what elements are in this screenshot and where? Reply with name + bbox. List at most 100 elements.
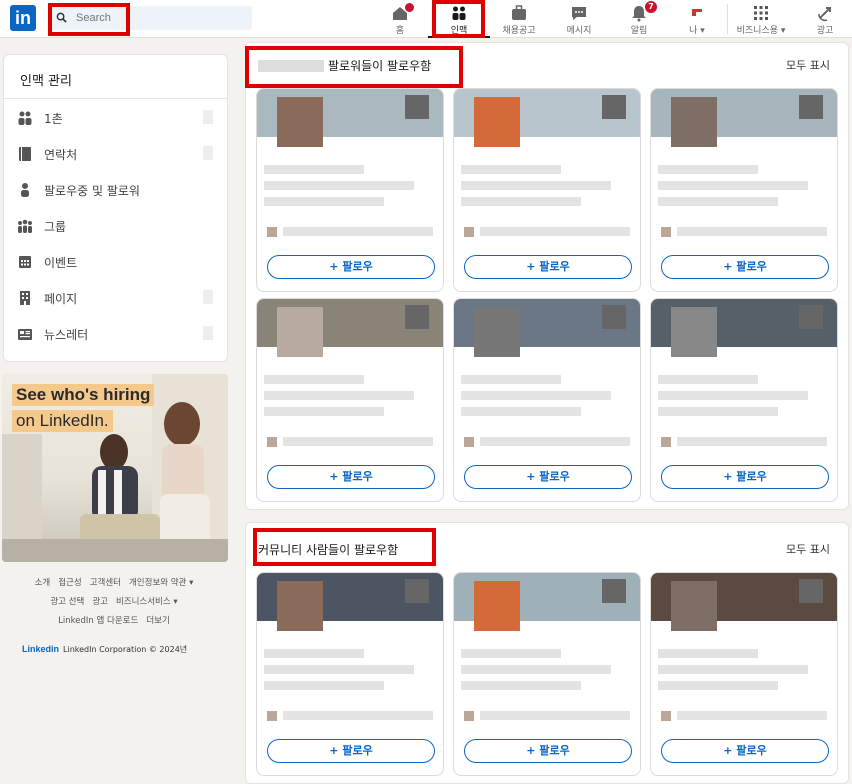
building-icon	[20, 291, 30, 305]
profile-photo-secondary	[602, 579, 626, 603]
sidebar-item-groups[interactable]: 그룹	[4, 211, 229, 241]
person-card[interactable]: + 팔로우	[256, 88, 444, 292]
profile-photo[interactable]	[671, 581, 717, 631]
show-all-link[interactable]: 모두 표시	[786, 541, 830, 557]
sidebar-item-contacts[interactable]: 연락처	[4, 139, 229, 169]
nav-home[interactable]: 홈	[369, 0, 431, 38]
blurred-text	[264, 197, 384, 206]
blurred-text	[461, 391, 611, 400]
profile-photo-secondary	[799, 579, 823, 603]
nav-messaging-label: 메시지	[566, 26, 592, 36]
footer-link[interactable]: 개인정보와 약관 ▾	[129, 578, 193, 588]
nav-jobs[interactable]: 채용공고	[488, 0, 550, 38]
profile-photo-secondary	[405, 579, 429, 603]
nav-home-label: 홈	[395, 26, 405, 36]
blurred-text	[461, 165, 561, 174]
nav-me[interactable]: 나 ▾	[666, 0, 728, 38]
mutual-avatar	[267, 711, 277, 721]
count-placeholder	[203, 290, 213, 304]
blurred-text	[264, 407, 384, 416]
sidebar-item-pages[interactable]: 페이지	[4, 283, 229, 313]
person-card[interactable]: + 팔로우	[256, 298, 444, 502]
blurred-text	[658, 197, 778, 206]
profile-photo[interactable]	[277, 97, 323, 147]
follow-button[interactable]: + 팔로우	[661, 739, 829, 763]
blurred-text	[461, 197, 581, 206]
footer-link[interactable]: 더보기	[146, 616, 169, 626]
sidebar-item-label: 그룹	[44, 220, 67, 234]
mutual-avatar	[464, 437, 474, 447]
footer-link[interactable]: 광고	[92, 597, 108, 607]
nav-advertise[interactable]: 광고	[794, 0, 852, 38]
count-placeholder	[203, 326, 213, 340]
mutual-avatar	[464, 227, 474, 237]
grid-apps-icon	[754, 6, 768, 20]
profile-photo[interactable]	[474, 307, 520, 357]
person-card[interactable]: + 팔로우	[650, 298, 838, 502]
follow-button[interactable]: + 팔로우	[464, 465, 632, 489]
footer-link[interactable]: 광고 선택	[50, 597, 84, 607]
profile-photo[interactable]	[671, 307, 717, 357]
mutual-avatar	[661, 437, 671, 447]
person-card[interactable]: + 팔로우	[256, 572, 444, 776]
nav-business[interactable]: 비즈니스용 ▾	[730, 0, 792, 38]
sidebar-item-following[interactable]: 팔로우중 및 팔로워	[4, 175, 229, 205]
footer-links-row2: 광고 선택 광고 비즈니스서비스 ▾	[0, 593, 228, 611]
blurred-text	[658, 681, 778, 690]
person-card[interactable]: + 팔로우	[650, 572, 838, 776]
section-title: 팔로워들이 팔로우함	[328, 59, 432, 73]
sidebar-item-label: 1촌	[44, 112, 63, 126]
blurred-text	[658, 165, 758, 174]
follow-button[interactable]: + 팔로우	[464, 739, 632, 763]
mutual-avatar	[267, 227, 277, 237]
follow-button[interactable]: + 팔로우	[267, 465, 435, 489]
sidebar-item-newsletters[interactable]: 뉴스레터	[4, 319, 229, 349]
mutual-avatar	[464, 711, 474, 721]
profile-photo[interactable]	[277, 581, 323, 631]
show-all-link[interactable]: 모두 표시	[786, 57, 830, 73]
blurred-text	[264, 649, 364, 658]
profile-photo[interactable]	[474, 97, 520, 147]
nav-notifications[interactable]: 7 알림	[608, 0, 670, 38]
profile-photo-secondary	[602, 95, 626, 119]
footer-link[interactable]: 비즈니스서비스 ▾	[116, 597, 178, 607]
count-placeholder	[203, 110, 213, 124]
blurred-text	[283, 437, 433, 446]
follow-button[interactable]: + 팔로우	[661, 465, 829, 489]
search-icon	[56, 12, 67, 23]
contact-book-icon	[19, 147, 31, 161]
my-network-icon	[452, 6, 466, 20]
follow-button[interactable]: + 팔로우	[267, 739, 435, 763]
footer-link[interactable]: 고객센터	[90, 578, 121, 588]
profile-photo[interactable]	[277, 307, 323, 357]
nav-divider	[727, 4, 728, 34]
linkedin-logo[interactable]: in	[10, 5, 36, 31]
nav-advertise-label: 광고	[816, 26, 834, 36]
follow-button[interactable]: + 팔로우	[464, 255, 632, 279]
profile-photo[interactable]	[474, 581, 520, 631]
nav-notifications-label: 알림	[630, 26, 648, 36]
blurred-text	[658, 407, 778, 416]
sidebar-item-connections[interactable]: 1촌	[4, 103, 229, 133]
footer-link[interactable]: LinkedIn 앱 다운로드	[58, 616, 138, 626]
nav-network[interactable]: 인맥	[428, 0, 490, 38]
nav-messaging[interactable]: 메시지	[548, 0, 610, 38]
follow-button[interactable]: + 팔로우	[267, 255, 435, 279]
nav-jobs-label: 채용공고	[502, 26, 536, 36]
person-card[interactable]: + 팔로우	[453, 88, 641, 292]
follow-button[interactable]: + 팔로우	[661, 255, 829, 279]
footer-link[interactable]: 접근성	[58, 578, 81, 588]
hiring-advertisement[interactable]: See who's hiring on LinkedIn.	[2, 374, 228, 562]
nav-network-label: 인맥	[450, 26, 468, 36]
count-placeholder	[203, 146, 213, 160]
search-input[interactable]	[76, 9, 246, 27]
briefcase-icon	[512, 5, 526, 20]
person-card[interactable]: + 팔로우	[650, 88, 838, 292]
profile-photo-secondary	[405, 95, 429, 119]
search-box[interactable]	[50, 6, 252, 30]
person-card[interactable]: + 팔로우	[453, 298, 641, 502]
profile-photo[interactable]	[671, 97, 717, 147]
sidebar-item-events[interactable]: 이벤트	[4, 247, 229, 277]
footer-link[interactable]: 소개	[35, 578, 51, 588]
person-card[interactable]: + 팔로우	[453, 572, 641, 776]
